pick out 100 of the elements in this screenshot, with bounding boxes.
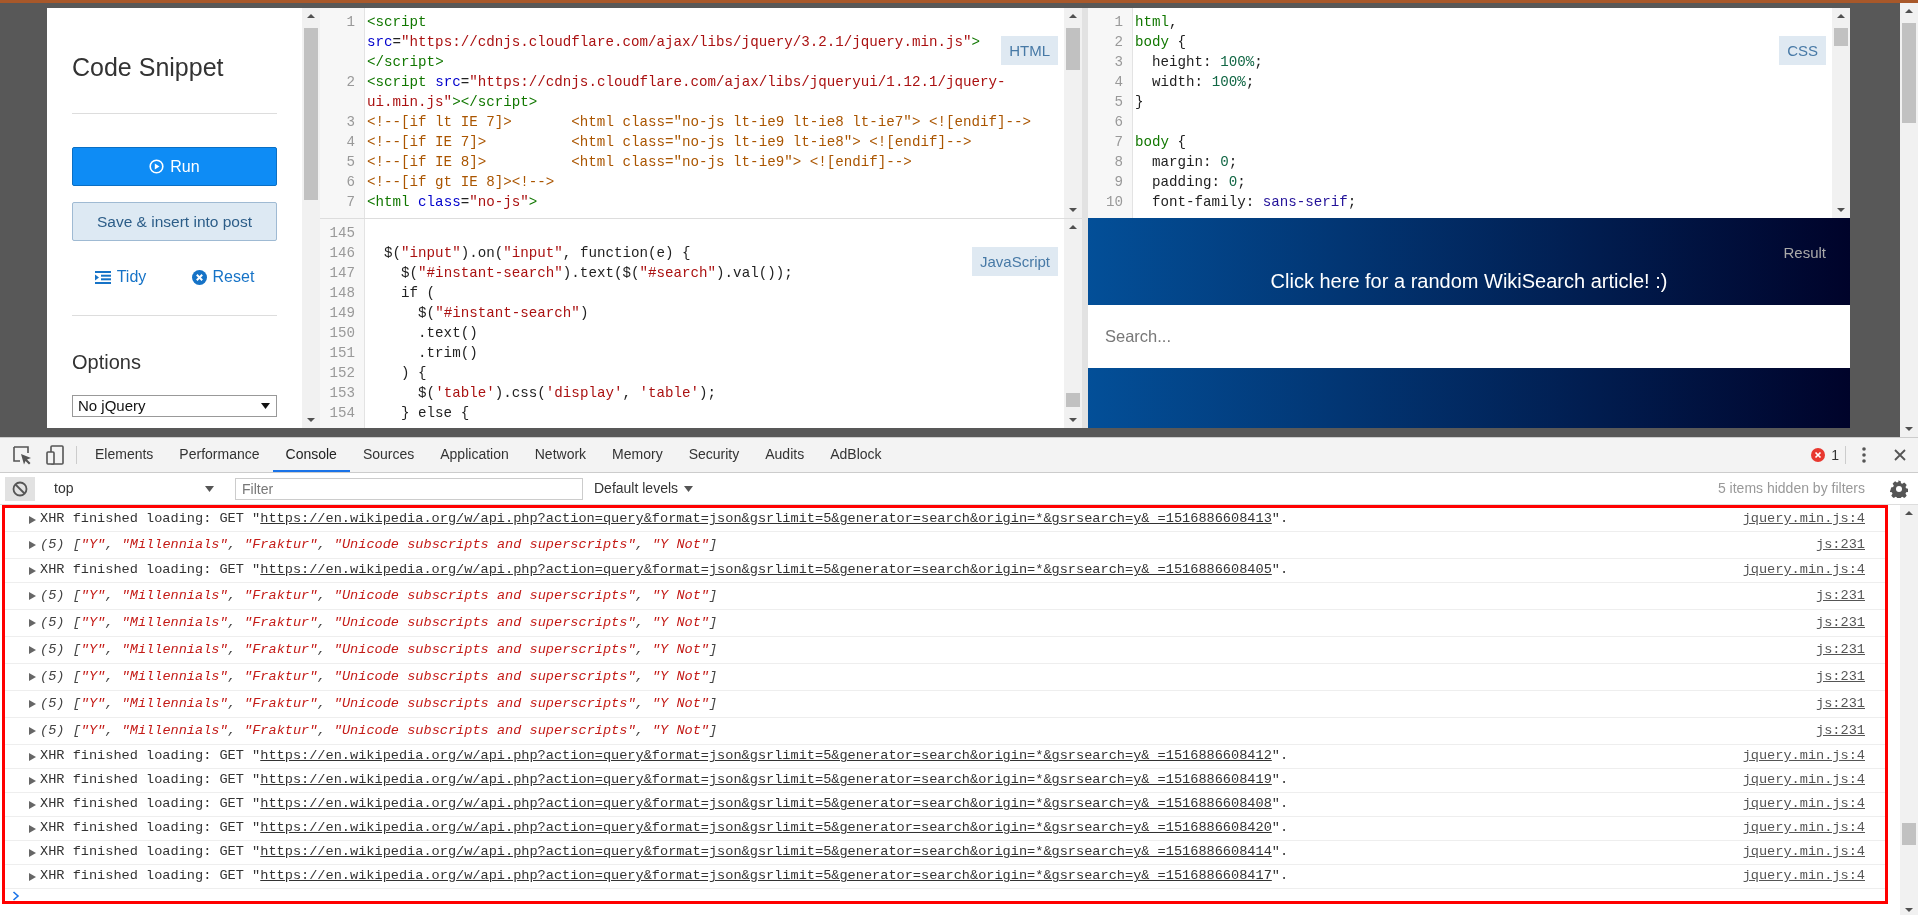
expand-arrow-icon[interactable] bbox=[29, 776, 36, 785]
library-select[interactable]: No jQuery bbox=[72, 395, 277, 417]
expand-arrow-icon[interactable] bbox=[29, 673, 36, 681]
devtools-tab[interactable]: Network bbox=[521, 438, 600, 472]
url-link[interactable]: https://en.wikipedia.org/w/api.php?action=query&format=json&gsrlimit=5&generator=search&origin=*&gsrsearch=y&_=1516886608417 bbox=[260, 868, 1272, 884]
source-link[interactable]: js:231 bbox=[1816, 720, 1865, 742]
caret-icon bbox=[261, 403, 270, 409]
line-number: 6 bbox=[345, 173, 356, 192]
source-link[interactable]: js:231 bbox=[1816, 534, 1865, 556]
devtools-tab[interactable]: Security bbox=[675, 438, 753, 472]
log-message: XHR finished loading: GET "https://en.wikipedia.org/w/api.php?action=query&format=json&gsrlimit=5&generator=search&origin=*&gsrsearch=y&_=1516886608405". bbox=[40, 561, 1289, 580]
scrollbar[interactable] bbox=[302, 8, 320, 428]
expand-arrow-icon[interactable] bbox=[29, 752, 36, 761]
url-link[interactable]: https://en.wikipedia.org/w/api.php?action=query&format=json&gsrlimit=5&generator=search&origin=*&gsrsearch=y&_=1516886608412 bbox=[260, 748, 1272, 764]
source-link[interactable]: js:231 bbox=[1816, 639, 1865, 661]
options-heading: Options bbox=[72, 350, 142, 374]
url-link[interactable]: https://en.wikipedia.org/w/api.php?action=query&format=json&gsrlimit=5&generator=search&origin=*&gsrsearch=y&_=1516886608408 bbox=[260, 796, 1272, 812]
close-icon[interactable] bbox=[1894, 449, 1906, 461]
source-link[interactable]: js:231 bbox=[1816, 585, 1865, 607]
scrollbar[interactable] bbox=[1900, 505, 1918, 915]
expand-arrow-icon[interactable] bbox=[29, 515, 36, 524]
source-link[interactable]: jquery.min.js:4 bbox=[1742, 560, 1865, 581]
code-line: height: 100%; bbox=[1151, 53, 1263, 72]
scrollbar[interactable] bbox=[1064, 8, 1082, 218]
save-button[interactable]: Save & insert into post bbox=[72, 202, 277, 241]
expand-arrow-icon[interactable] bbox=[29, 566, 36, 575]
indent-icon bbox=[94, 270, 111, 284]
url-link[interactable]: https://en.wikipedia.org/w/api.php?action=query&format=json&gsrlimit=5&generator=search&origin=*&gsrsearch=y&_=1516886608405 bbox=[260, 562, 1272, 578]
code-line: <!--[if gt IE 8]><!--> bbox=[367, 173, 555, 192]
log-message: (5) ["Y", "Millennials", "Fraktur", "Unicode subscripts and superscripts", "Y Not"] bbox=[40, 535, 718, 554]
expand-arrow-icon[interactable] bbox=[29, 824, 36, 833]
source-link[interactable]: js:231 bbox=[1816, 693, 1865, 715]
line-number: 7 bbox=[345, 193, 356, 212]
source-link[interactable]: jquery.min.js:4 bbox=[1742, 866, 1865, 887]
code-line: <!--[if IE 8]> <html class="no-js lt-ie9"> <![endif]--> bbox=[367, 153, 912, 172]
line-number: 3 bbox=[345, 113, 356, 132]
language-label: HTML bbox=[1001, 36, 1058, 65]
code-line: <script src="https://cdnjs.cloudflare.com/ajax/libs/jquery/3.2.1/jquery.min.js"> </script> bbox=[367, 13, 980, 72]
expand-arrow-icon[interactable] bbox=[29, 541, 36, 549]
devtools-tab[interactable]: AdBlock bbox=[817, 438, 895, 472]
expand-arrow-icon[interactable] bbox=[29, 872, 36, 881]
caret-icon bbox=[684, 485, 694, 492]
log-message: XHR finished loading: GET "https://en.wikipedia.org/w/api.php?action=query&format=json&gsrlimit=5&generator=search&origin=*&gsrsearch=y&_=1516886608414". bbox=[40, 843, 1289, 862]
more-options-icon[interactable] bbox=[1862, 447, 1866, 463]
filter-field[interactable]: Filter bbox=[235, 477, 583, 500]
clear-icon bbox=[12, 480, 28, 497]
code-line: body { bbox=[1135, 33, 1187, 52]
source-link[interactable]: js:231 bbox=[1816, 612, 1865, 634]
line-number: 4 bbox=[345, 133, 356, 152]
error-count[interactable]: 1 bbox=[1831, 438, 1839, 472]
devtools-tab[interactable]: Elements bbox=[82, 438, 167, 472]
expand-arrow-icon[interactable] bbox=[29, 848, 36, 857]
panel-title: Code Snippet bbox=[72, 52, 225, 82]
context-select[interactable]: top bbox=[50, 478, 220, 499]
inspect-icon[interactable] bbox=[12, 445, 32, 465]
error-icon[interactable] bbox=[1811, 448, 1826, 462]
url-link[interactable]: https://en.wikipedia.org/w/api.php?action=query&format=json&gsrlimit=5&generator=search&origin=*&gsrsearch=y&_=1516886608414 bbox=[260, 844, 1272, 860]
source-link[interactable]: jquery.min.js:4 bbox=[1742, 842, 1865, 863]
source-link[interactable]: jquery.min.js:4 bbox=[1742, 770, 1865, 791]
expand-arrow-icon[interactable] bbox=[29, 646, 36, 654]
code-line: $('table').css('display', 'table'); bbox=[417, 384, 717, 403]
devtools-tab[interactable]: Performance bbox=[166, 438, 273, 472]
expand-arrow-icon[interactable] bbox=[29, 700, 36, 708]
reset-link[interactable]: Reset bbox=[191, 265, 255, 289]
url-link[interactable]: https://en.wikipedia.org/w/api.php?action=query&format=json&gsrlimit=5&generator=search&origin=*&gsrsearch=y&_=1516886608419 bbox=[260, 772, 1272, 788]
line-number: 152 bbox=[328, 364, 356, 383]
code-line: body { bbox=[1135, 133, 1187, 152]
line-number: 5 bbox=[345, 153, 356, 172]
expand-arrow-icon[interactable] bbox=[29, 592, 36, 600]
log-message: XHR finished loading: GET "https://en.wikipedia.org/w/api.php?action=query&format=json&gsrlimit=5&generator=search&origin=*&gsrsearch=y&_=1516886608417". bbox=[40, 867, 1289, 886]
clear-console-button[interactable] bbox=[5, 476, 35, 501]
devtools-tab[interactable]: Application bbox=[427, 438, 522, 472]
device-icon[interactable] bbox=[46, 445, 64, 465]
log-message: (5) ["Y", "Millennials", "Fraktur", "Unicode subscripts and superscripts", "Y Not"] bbox=[40, 640, 718, 659]
devtools-tab[interactable]: Audits bbox=[752, 438, 818, 472]
source-link[interactable]: jquery.min.js:4 bbox=[1742, 509, 1865, 530]
devtools-tab[interactable]: Sources bbox=[349, 438, 428, 472]
scrollbar[interactable] bbox=[1832, 8, 1850, 218]
devtools-tab[interactable]: Memory bbox=[599, 438, 676, 472]
expand-arrow-icon[interactable] bbox=[29, 727, 36, 735]
scrollbar[interactable] bbox=[1900, 3, 1918, 437]
source-link[interactable]: js:231 bbox=[1816, 666, 1865, 688]
line-number: 146 bbox=[328, 244, 356, 263]
scrollbar[interactable] bbox=[1064, 219, 1082, 428]
tidy-link[interactable]: Tidy bbox=[94, 265, 147, 289]
source-link[interactable]: jquery.min.js:4 bbox=[1742, 818, 1865, 839]
code-line: <!--[if lt IE 7]> <html class="no-js lt-ie9 lt-ie8 lt-ie7"> <![endif]--> bbox=[367, 113, 1032, 132]
line-number: 147 bbox=[328, 264, 356, 283]
url-link[interactable]: https://en.wikipedia.org/w/api.php?action=query&format=json&gsrlimit=5&generator=search&origin=*&gsrsearch=y&_=1516886608420 bbox=[260, 820, 1272, 836]
url-link[interactable]: https://en.wikipedia.org/w/api.php?action=query&format=json&gsrlimit=5&generator=search&origin=*&gsrsearch=y&_=1516886608413 bbox=[260, 511, 1272, 527]
prompt-icon bbox=[12, 891, 20, 901]
line-number: 5 bbox=[1113, 93, 1124, 112]
source-link[interactable]: jquery.min.js:4 bbox=[1742, 794, 1865, 815]
expand-arrow-icon[interactable] bbox=[29, 800, 36, 809]
expand-arrow-icon[interactable] bbox=[29, 619, 36, 627]
settings-icon[interactable] bbox=[1890, 479, 1908, 498]
code-line: html, bbox=[1135, 13, 1178, 32]
random-article-link[interactable]: Click here for a random WikiSearch article! :) bbox=[1270, 266, 1668, 296]
levels-dropdown[interactable]: Default levels bbox=[594, 478, 694, 499]
source-link[interactable]: jquery.min.js:4 bbox=[1742, 746, 1865, 767]
